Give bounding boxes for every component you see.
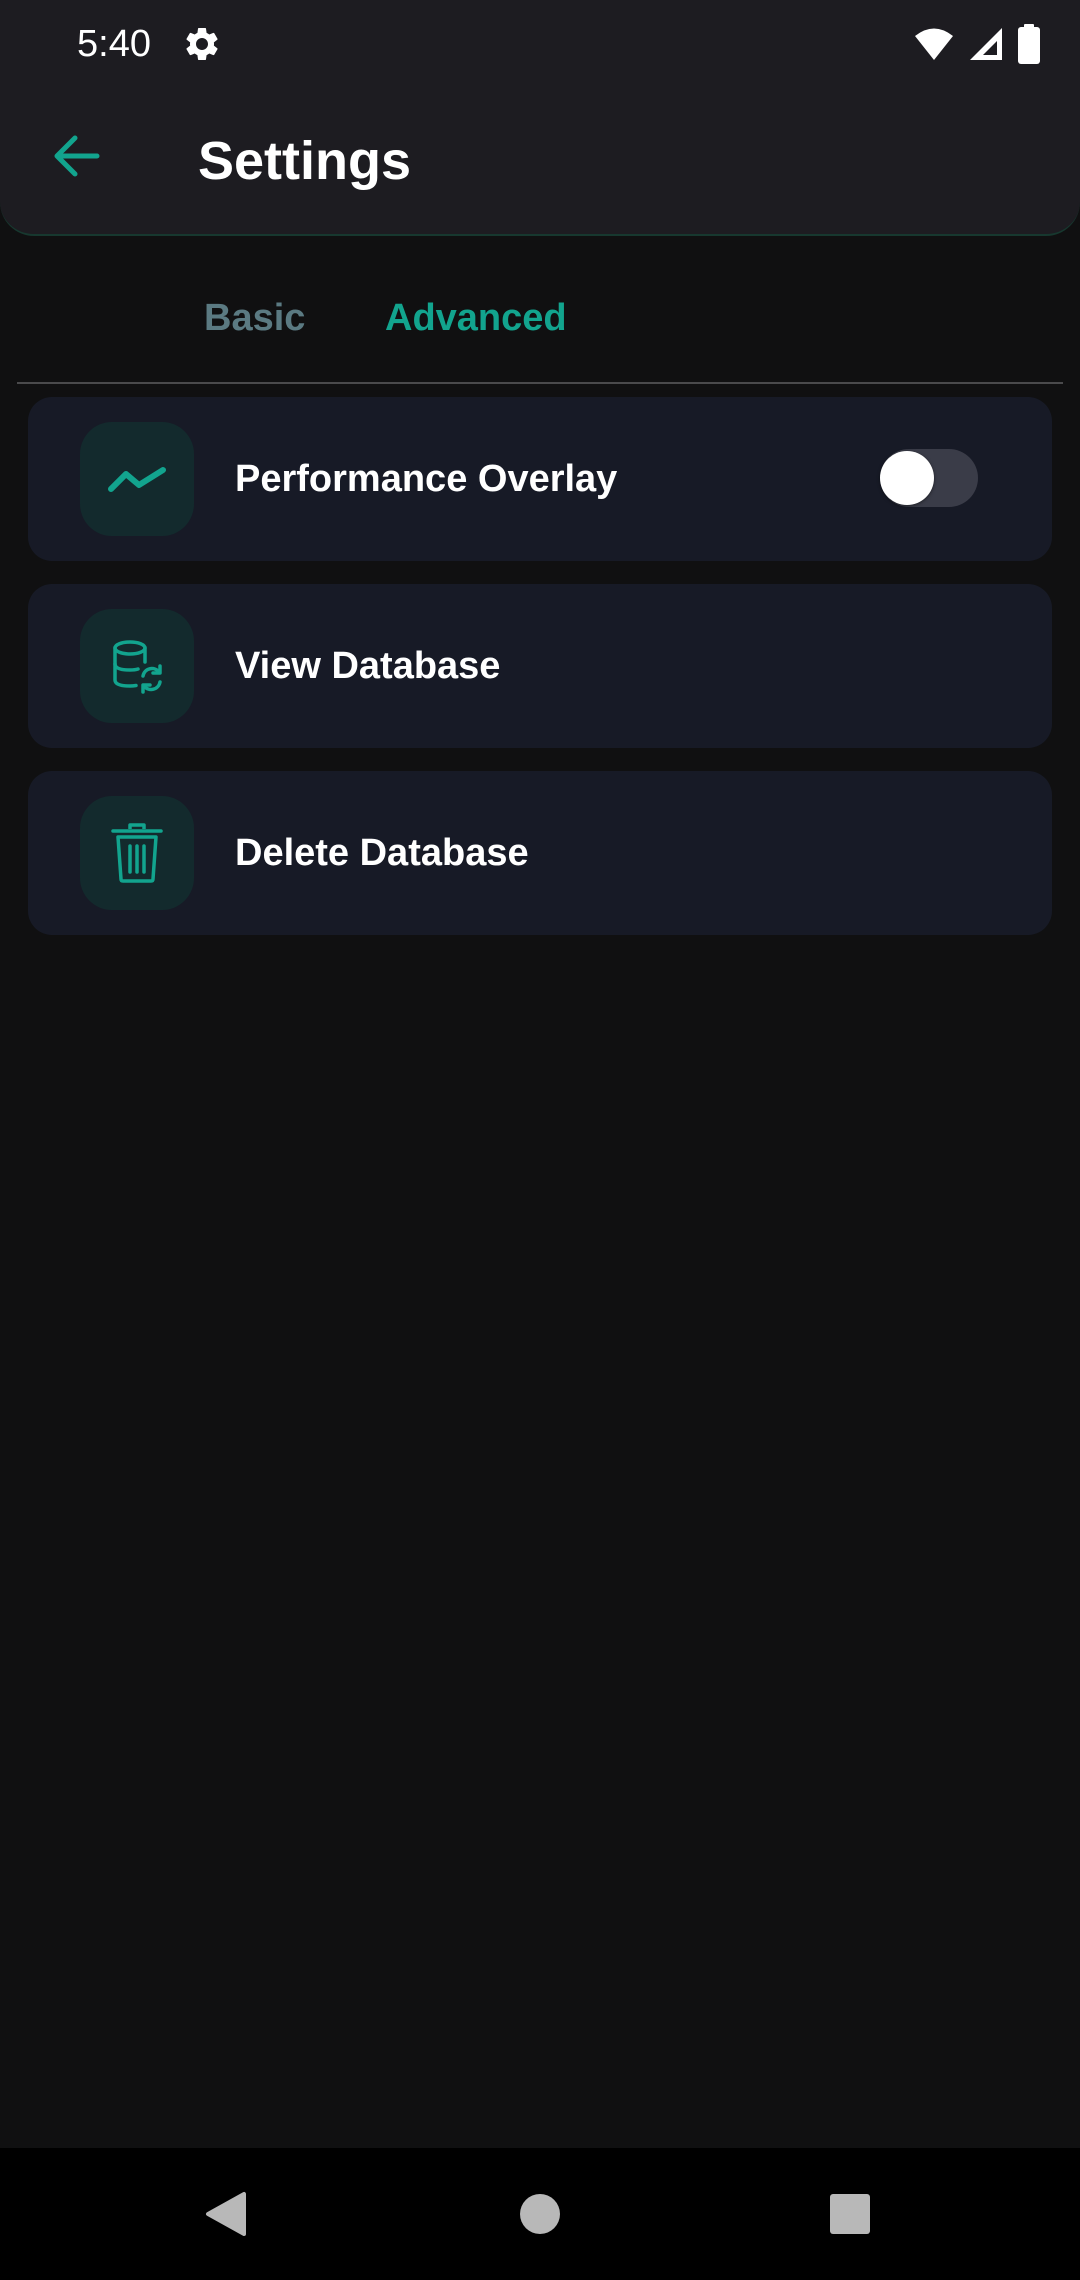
- page-title: Settings: [198, 131, 412, 191]
- back-button[interactable]: [40, 120, 112, 192]
- system-nav-bar: [0, 2148, 1080, 2280]
- wifi-icon: [915, 28, 953, 60]
- view-database-label: View Database: [235, 645, 501, 687]
- toggle-thumb: [880, 451, 934, 505]
- arrow-left-icon: [54, 135, 100, 177]
- settings-screen: 5:40 Settings Basic Advanced Performance…: [0, 0, 1080, 2280]
- tab-basic[interactable]: Basic: [204, 290, 305, 346]
- tab-advanced[interactable]: Advanced: [385, 290, 567, 346]
- activity-chart-icon: [108, 467, 166, 492]
- nav-recents-icon: [830, 2194, 870, 2234]
- icon-tile: [80, 422, 194, 536]
- delete-database-label: Delete Database: [235, 832, 529, 874]
- performance-overlay-item[interactable]: Performance Overlay: [28, 397, 1052, 561]
- gear-icon: [182, 24, 222, 64]
- battery-icon: [1018, 24, 1040, 64]
- database-sync-icon: [113, 640, 162, 694]
- nav-back-icon: [206, 2192, 246, 2236]
- performance-overlay-label: Performance Overlay: [235, 458, 618, 500]
- nav-home-icon: [520, 2194, 560, 2234]
- tab-divider: [17, 382, 1063, 384]
- view-database-item[interactable]: View Database: [28, 584, 1052, 748]
- nav-back-button[interactable]: [166, 2148, 286, 2280]
- trash-icon: [111, 823, 163, 883]
- nav-home-button[interactable]: [480, 2148, 600, 2280]
- nav-recents-button[interactable]: [790, 2148, 910, 2280]
- status-icons: [914, 22, 1040, 66]
- performance-overlay-toggle[interactable]: [880, 449, 978, 507]
- app-bar: 5:40 Settings: [0, 0, 1080, 236]
- status-time: 5:40: [77, 23, 151, 65]
- delete-database-item[interactable]: Delete Database: [28, 771, 1052, 935]
- cellular-signal-icon: [970, 28, 1002, 60]
- icon-tile: [80, 796, 194, 910]
- icon-tile: [80, 609, 194, 723]
